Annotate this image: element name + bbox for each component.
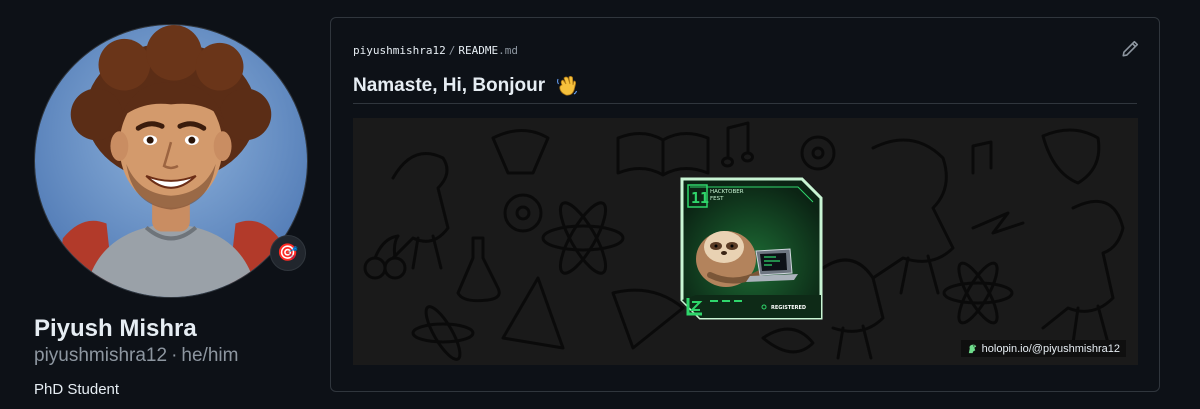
readme-path-file-link[interactable]: README	[458, 44, 498, 57]
readme-path-user-link[interactable]: piyushmishra12	[353, 44, 446, 57]
profile-readme: piyushmishra12/README.md Namaste, Hi, Bo…	[330, 17, 1160, 392]
holopin-profile-link[interactable]: holopin.io/@piyushmishra12	[960, 340, 1126, 357]
readme-path-extension: .md	[498, 44, 518, 57]
set-status-button[interactable]: 🎯	[270, 235, 306, 271]
profile-pronouns: he/him	[181, 345, 239, 366]
profile-bio: PhD Student	[34, 381, 120, 398]
holopin-dino-icon	[968, 344, 976, 354]
avatar[interactable]	[34, 24, 308, 298]
status-emoji-icon: 🎯	[277, 242, 299, 263]
holopin-link-text: holopin.io/@piyushmishra12	[981, 342, 1120, 355]
path-separator: /	[448, 44, 456, 57]
badge-title-line1: HACKTOBER	[710, 189, 744, 195]
avatar-container: 🎯	[34, 24, 308, 298]
badge-title-line2: FEST	[710, 196, 724, 202]
holopin-badge-banner[interactable]: 11 HACKTOBER FEST REGISTERED holopin.io/…	[353, 118, 1138, 365]
waving-hand-icon	[557, 75, 578, 96]
readme-heading: Namaste, Hi, Bonjour	[353, 75, 1137, 104]
profile-login-line: piyushmishra12 · he/him	[34, 345, 238, 367]
profile-display-name: Piyush Mishra	[34, 315, 197, 342]
readme-heading-text: Namaste, Hi, Bonjour	[353, 75, 546, 96]
badge-brand-number: 11	[691, 189, 709, 207]
pencil-icon[interactable]	[1121, 40, 1139, 58]
separator-dot: ·	[171, 345, 178, 366]
profile-username: piyushmishra12	[34, 345, 168, 366]
hacktoberfest-registered-badge[interactable]: 11 HACKTOBER FEST REGISTERED	[680, 177, 823, 320]
badge-status-label: REGISTERED	[771, 305, 806, 311]
readme-file-path: piyushmishra12/README.md	[353, 44, 518, 57]
